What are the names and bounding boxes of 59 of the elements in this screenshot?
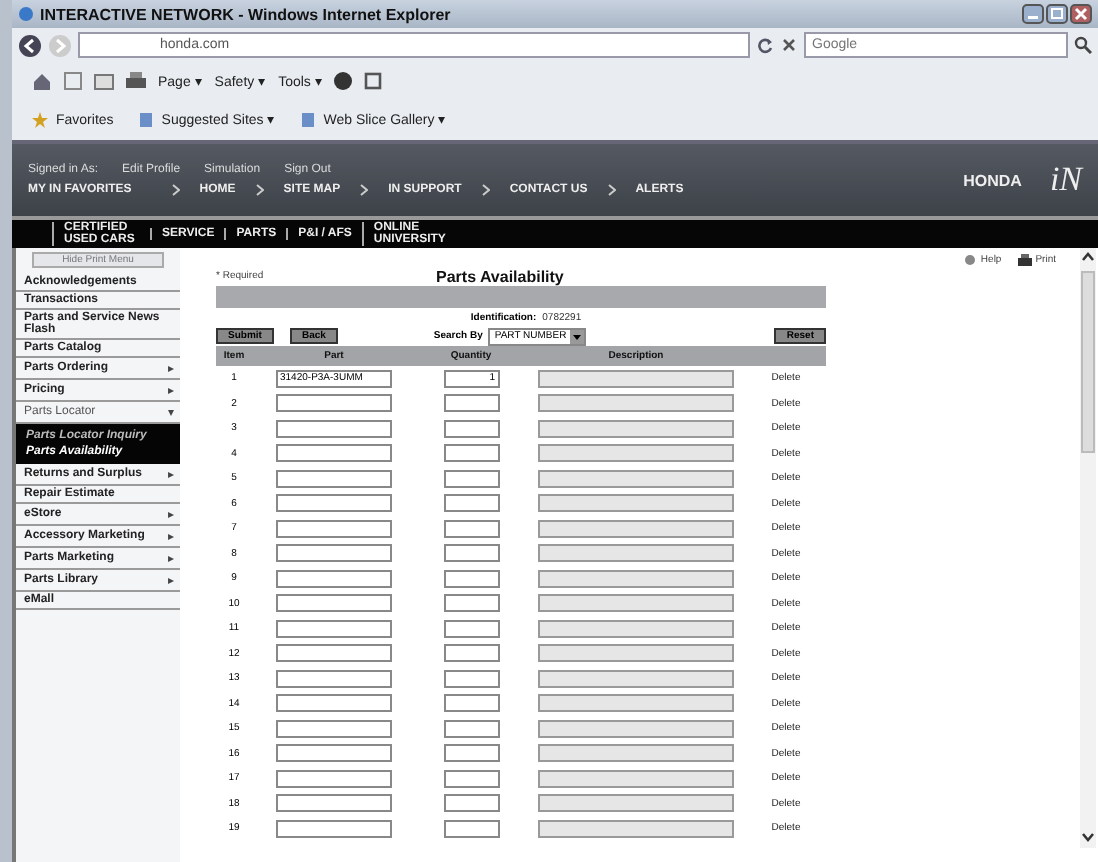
part-field[interactable]	[276, 444, 392, 463]
part-field[interactable]	[276, 619, 392, 638]
chevron-icon	[171, 184, 180, 196]
part-field[interactable]	[276, 744, 392, 763]
chevron-icon	[481, 184, 490, 196]
close-icon[interactable]	[1070, 4, 1092, 24]
part-field[interactable]	[276, 694, 392, 713]
site-logo: iN	[1049, 160, 1082, 200]
part-field[interactable]	[276, 494, 392, 513]
back-icon[interactable]	[18, 33, 42, 57]
quantity-field[interactable]	[443, 744, 499, 763]
part-field[interactable]	[276, 794, 392, 813]
quantity-field[interactable]	[443, 669, 499, 688]
part-field[interactable]	[276, 469, 392, 488]
quantity-field[interactable]	[443, 444, 499, 463]
chevron-icon	[360, 184, 369, 196]
dropdown-icon	[570, 329, 585, 343]
printer-icon	[1017, 253, 1032, 265]
quantity-field[interactable]	[443, 469, 499, 488]
chevron-icon	[255, 184, 264, 196]
star-icon	[32, 112, 48, 128]
quantity-field[interactable]	[443, 794, 499, 813]
search-icon[interactable]	[1074, 36, 1092, 54]
quantity-field[interactable]	[443, 644, 499, 663]
quantity-field[interactable]	[443, 769, 499, 788]
part-field[interactable]	[276, 569, 392, 588]
part-field[interactable]	[276, 819, 392, 838]
quantity-field[interactable]	[443, 719, 499, 738]
home-icon[interactable]	[32, 71, 52, 91]
quantity-field[interactable]	[443, 819, 499, 838]
refresh-icon[interactable]	[756, 36, 774, 54]
page-icon	[137, 112, 154, 128]
part-field[interactable]	[276, 719, 392, 738]
quantity-field[interactable]	[443, 569, 499, 588]
quantity-field[interactable]	[443, 619, 499, 638]
part-field[interactable]	[276, 644, 392, 663]
quantity-field[interactable]	[443, 394, 499, 413]
part-field[interactable]	[276, 419, 392, 438]
quantity-field[interactable]	[443, 544, 499, 563]
quantity-field[interactable]	[443, 494, 499, 513]
part-field[interactable]	[276, 519, 392, 538]
printer-icon[interactable]	[126, 72, 146, 90]
brand-logo: HONDA	[963, 171, 1022, 189]
quantity-field[interactable]	[443, 519, 499, 538]
quantity-field[interactable]	[443, 694, 499, 713]
part-field[interactable]	[276, 544, 392, 563]
chevron-icon	[607, 184, 616, 196]
window-title: INTERACTIVE NETWORK - Windows Internet Explorer	[40, 5, 451, 23]
quantity-field[interactable]	[443, 594, 499, 613]
page-icon	[299, 112, 316, 128]
part-field[interactable]	[276, 394, 392, 413]
part-field[interactable]	[276, 769, 392, 788]
maximize-icon[interactable]	[1046, 4, 1068, 24]
minimize-icon[interactable]	[1022, 4, 1044, 24]
part-field[interactable]	[276, 669, 392, 688]
stop-icon[interactable]	[780, 36, 798, 54]
quantity-field[interactable]	[443, 419, 499, 438]
part-field[interactable]	[276, 594, 392, 613]
page-title: Parts Availability	[436, 267, 564, 285]
